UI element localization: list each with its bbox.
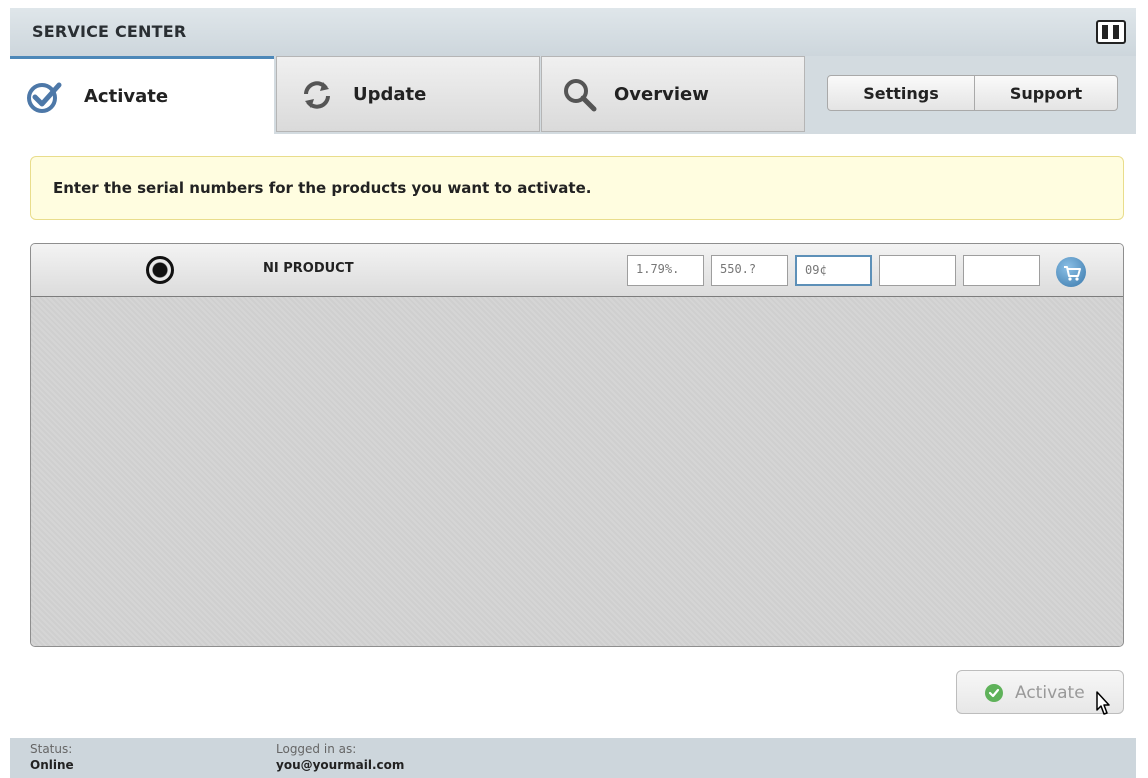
mouse-cursor-icon — [1096, 691, 1110, 715]
ni-logo-icon — [1096, 20, 1126, 44]
status-label: Status: — [30, 742, 73, 756]
tab-strip: Activate Update Overview Settings Suppor… — [10, 56, 1136, 134]
app-title: SERVICE CENTER — [32, 22, 187, 41]
title-bar: SERVICE CENTER — [10, 8, 1136, 57]
serial-field-3[interactable]: 09¢ — [795, 255, 872, 286]
product-name: NI PRODUCT — [263, 261, 354, 276]
status-bar: Status: Online Logged in as: you@yourmai… — [10, 738, 1136, 778]
login-value: you@yourmail.com — [276, 758, 405, 772]
serial-field-2[interactable]: 550.? — [711, 255, 788, 286]
status-value: Online — [30, 758, 74, 772]
product-list: NI PRODUCT 1.79%. 550.? 09¢ — [30, 243, 1124, 647]
tab-activate[interactable]: Activate — [10, 56, 274, 134]
product-row: NI PRODUCT 1.79%. 550.? 09¢ — [31, 244, 1123, 297]
notice-banner: Enter the serial numbers for the product… — [30, 156, 1124, 220]
tab-label: Update — [353, 84, 427, 105]
refresh-icon — [304, 81, 330, 109]
shop-cart-button[interactable] — [1056, 257, 1086, 287]
check-icon — [27, 82, 62, 113]
check-circle-icon — [985, 684, 1003, 702]
tab-label: Activate — [84, 86, 169, 107]
tab-update[interactable]: Update — [276, 56, 540, 132]
login-label: Logged in as: — [276, 742, 357, 756]
settings-button[interactable]: Settings — [827, 75, 975, 111]
serial-field-1[interactable]: 1.79%. — [627, 255, 704, 286]
product-list-area — [31, 297, 1123, 646]
serial-field-5[interactable] — [963, 255, 1040, 286]
support-button[interactable]: Support — [974, 75, 1118, 111]
serial-field-4[interactable] — [879, 255, 956, 286]
cart-icon — [1064, 266, 1081, 281]
tab-label: Overview — [614, 84, 709, 105]
notice-text: Enter the serial numbers for the product… — [53, 179, 592, 197]
tab-overview[interactable]: Overview — [541, 56, 805, 132]
magnifier-icon — [564, 79, 597, 112]
activate-button-label: Activate — [1015, 683, 1085, 703]
product-radio[interactable] — [146, 256, 174, 284]
